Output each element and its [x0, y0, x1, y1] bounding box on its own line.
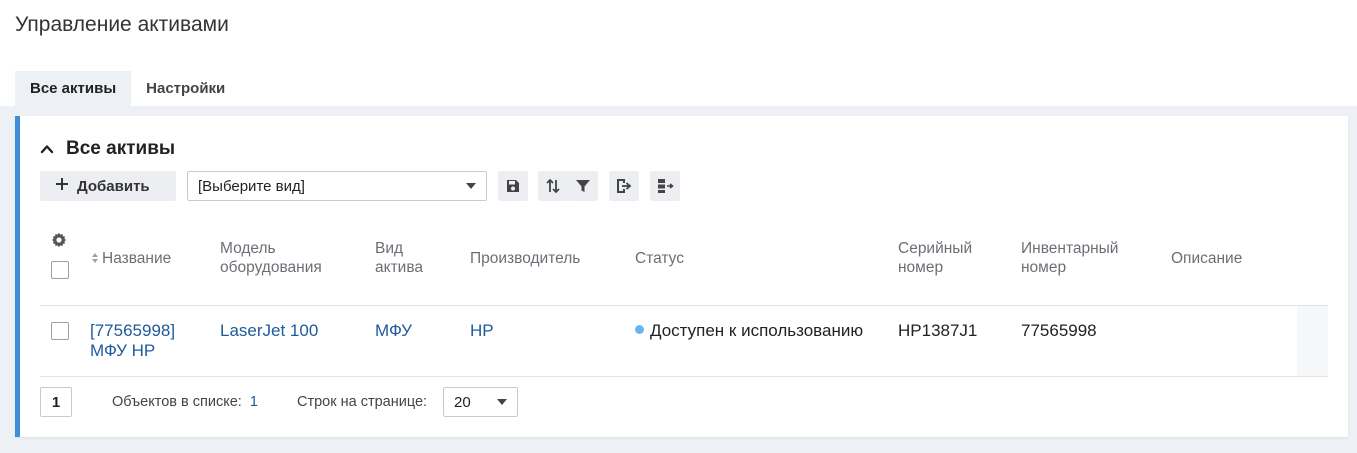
object-count-value: 1 [249, 394, 258, 410]
filter-button[interactable] [568, 171, 598, 201]
plus-icon [55, 177, 69, 195]
view-select[interactable]: [Выберите вид] [187, 171, 487, 201]
asset-status: Доступен к использованию [635, 321, 863, 341]
asset-name-title: МФУ HP [90, 341, 156, 360]
rows-per-page-select[interactable]: 20 [443, 387, 518, 417]
chevron-down-icon [466, 183, 476, 189]
tab-all-assets[interactable]: Все активы [15, 71, 132, 106]
asset-manufacturer-link[interactable]: HP [470, 321, 494, 341]
row-checkbox[interactable] [51, 322, 69, 340]
column-header-status[interactable]: Статус [635, 249, 684, 268]
columns-export-icon [656, 178, 674, 194]
page-number[interactable]: 1 [40, 387, 72, 417]
table-footer: 1 Объектов в списке: 1 Строк на странице… [40, 387, 1328, 417]
panel-header: Все активы [40, 136, 175, 162]
save-icon [505, 178, 521, 194]
sort-arrows-icon[interactable] [91, 251, 99, 269]
toolbar: Добавить [Выберите вид] [40, 171, 680, 201]
table-row[interactable]: [77565998] МФУ HP LaserJet 100 МФУ HP До… [40, 306, 1328, 377]
rows-per-page-label: Строк на странице: [297, 394, 428, 410]
status-dot-icon [635, 325, 644, 334]
panel-title: Все активы [66, 138, 176, 159]
gear-icon[interactable] [51, 232, 67, 253]
column-header-serial[interactable]: Серийный номер [898, 239, 993, 277]
assets-table: Название Модель оборудования Вид актива … [40, 224, 1328, 377]
columns-export-button[interactable] [650, 171, 680, 201]
assets-panel: Все активы Добавить [Выберите вид] Назва… [15, 116, 1348, 437]
chevron-up-icon[interactable] [40, 142, 54, 156]
asset-name-id: [77565998] [90, 321, 176, 340]
asset-type-link[interactable]: МФУ [375, 321, 412, 341]
column-header-manufacturer[interactable]: Производитель [470, 249, 580, 268]
filter-icon [575, 178, 591, 194]
column-header-inventory[interactable]: Инвентарный номер [1021, 239, 1141, 277]
asset-status-text: Доступен к использованию [650, 321, 864, 340]
tab-settings[interactable]: Настройки [131, 71, 240, 106]
column-header-type[interactable]: Вид актива [375, 239, 445, 277]
add-button[interactable]: Добавить [40, 171, 176, 201]
add-button-label: Добавить [77, 177, 150, 195]
chevron-down-icon [497, 399, 507, 405]
view-select-value: [Выберите вид] [198, 177, 305, 195]
export-icon [615, 178, 633, 194]
column-header-description[interactable]: Описание [1171, 249, 1242, 268]
sort-button[interactable] [538, 171, 568, 201]
select-all-checkbox[interactable] [51, 261, 69, 279]
object-count: Объектов в списке: 1 [112, 394, 258, 410]
table-header: Название Модель оборудования Вид актива … [40, 224, 1328, 306]
asset-model-link[interactable]: LaserJet 100 [220, 321, 318, 341]
tab-bar: Все активы Настройки [15, 71, 240, 106]
object-count-label: Объектов в списке: [112, 394, 242, 410]
export-button[interactable] [609, 171, 639, 201]
page-title: Управление активами [15, 13, 229, 36]
column-header-model[interactable]: Модель оборудования [220, 239, 350, 277]
asset-serial: HP1387J1 [898, 321, 978, 340]
asset-inventory: 77565998 [1021, 321, 1097, 340]
rows-per-page-value: 20 [454, 393, 471, 411]
save-view-button[interactable] [498, 171, 528, 201]
asset-name-link[interactable]: [77565998] МФУ HP [90, 321, 200, 361]
sort-icon [545, 178, 561, 194]
column-header-name[interactable]: Название [102, 249, 171, 268]
